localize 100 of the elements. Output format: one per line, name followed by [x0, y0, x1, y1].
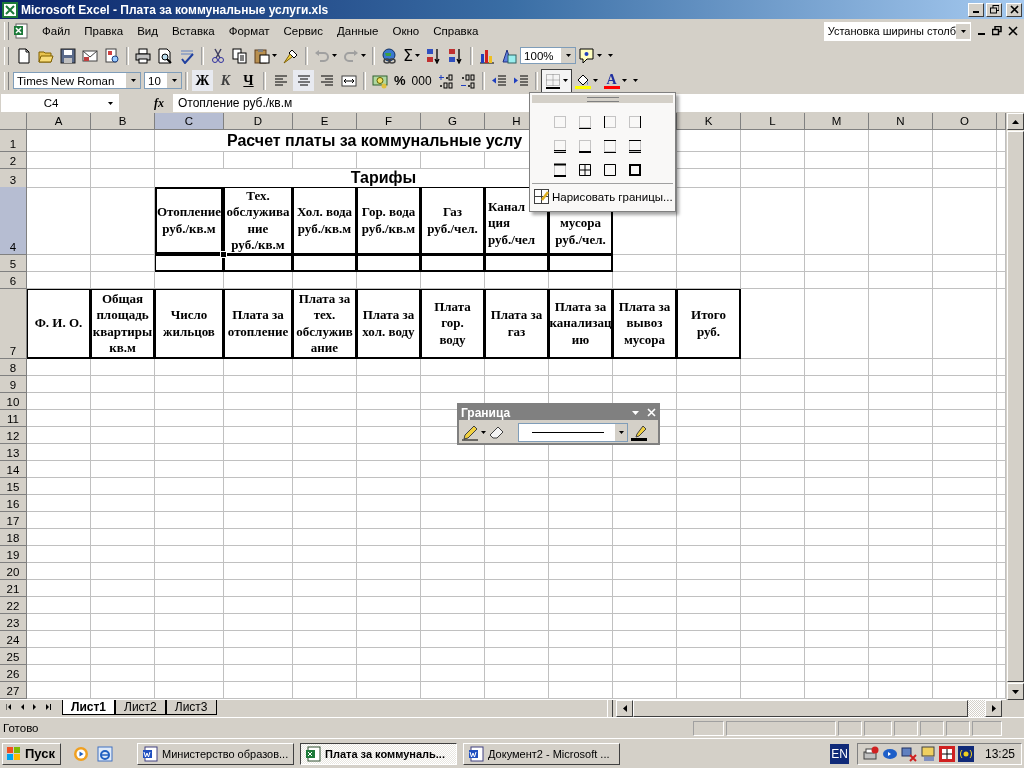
column-header[interactable]: [997, 113, 1006, 130]
print-preview-icon[interactable]: [157, 47, 173, 64]
pencil-caret-icon[interactable]: [481, 431, 486, 434]
row-header[interactable]: 23: [0, 614, 27, 631]
fill-handle[interactable]: [220, 251, 227, 258]
printer-alert-icon[interactable]: [862, 745, 879, 762]
line-style-field[interactable]: [518, 423, 628, 442]
column-header[interactable]: A: [27, 113, 91, 130]
caret-icon[interactable]: [130, 79, 136, 82]
row-header[interactable]: 13: [0, 444, 27, 461]
row-header[interactable]: 12: [0, 427, 27, 444]
outside-borders-icon[interactable]: [602, 162, 618, 178]
play-circle-icon[interactable]: [73, 745, 89, 762]
row-header[interactable]: 5: [0, 255, 27, 272]
caret-icon[interactable]: [107, 101, 113, 105]
display-icon[interactable]: [919, 745, 936, 762]
toolbar-options-icon[interactable]: [632, 79, 638, 82]
network-error-icon[interactable]: [900, 745, 917, 762]
close-button[interactable]: [1006, 2, 1022, 17]
sheet-tab[interactable]: Лист3: [165, 700, 217, 715]
eraser-icon[interactable]: [489, 424, 505, 441]
row-header[interactable]: 8: [0, 359, 27, 376]
arrow-right-icon[interactable]: [991, 705, 996, 712]
thick-bottom-border-icon[interactable]: [577, 138, 593, 154]
row-header[interactable]: 7: [0, 289, 27, 359]
table-cell[interactable]: [293, 255, 357, 272]
menu-item[interactable]: Вид: [130, 22, 165, 40]
row-header[interactable]: 6: [0, 272, 27, 289]
previous-sheet-icon[interactable]: [20, 704, 24, 710]
row-header[interactable]: 10: [0, 393, 27, 410]
pencil-icon[interactable]: [462, 424, 478, 441]
row-header[interactable]: 11: [0, 410, 27, 427]
drawing-shapes-icon[interactable]: [501, 47, 518, 64]
column-header[interactable]: B: [91, 113, 155, 130]
column-header[interactable]: E: [293, 113, 357, 130]
row-header[interactable]: 26: [0, 665, 27, 682]
undo-menu-caret-icon[interactable]: [332, 54, 337, 57]
vertical-scrollbar[interactable]: [1006, 113, 1024, 700]
dotted-square-icon[interactable]: [552, 114, 568, 130]
row-header[interactable]: 9: [0, 376, 27, 393]
row-header[interactable]: 2: [0, 152, 27, 169]
help-question-field[interactable]: Установка ширины столб: [823, 21, 971, 41]
start-button[interactable]: Пуск: [2, 742, 61, 765]
thick-box-border-icon[interactable]: [627, 162, 643, 178]
language-indicator[interactable]: EN: [830, 743, 849, 764]
caret-icon[interactable]: [565, 54, 571, 57]
row-header[interactable]: 27: [0, 682, 27, 699]
paintbrush-icon[interactable]: [283, 47, 299, 64]
envelope-icon[interactable]: [82, 47, 98, 64]
minimize-button[interactable]: [968, 2, 984, 17]
table-cell[interactable]: [421, 255, 485, 272]
printer-icon[interactable]: [135, 47, 151, 64]
borders-caret-icon[interactable]: [562, 79, 568, 82]
signal-icon[interactable]: [957, 745, 974, 762]
floppy-icon[interactable]: [60, 47, 76, 64]
menu-item[interactable]: Правка: [77, 22, 131, 40]
new-file-icon[interactable]: [16, 47, 32, 64]
column-header[interactable]: N: [869, 113, 933, 130]
row-header[interactable]: 24: [0, 631, 27, 648]
all-borders-icon[interactable]: [577, 162, 593, 178]
row-header[interactable]: 15: [0, 478, 27, 495]
top-bottom-border-icon[interactable]: [602, 138, 618, 154]
row-header[interactable]: 1: [0, 130, 27, 152]
decrease-decimal-icon[interactable]: [459, 72, 476, 89]
row-header[interactable]: 16: [0, 495, 27, 512]
menu-item[interactable]: Данные: [329, 22, 386, 40]
column-header[interactable]: D: [224, 113, 293, 130]
row-header[interactable]: 17: [0, 512, 27, 529]
row-header[interactable]: 18: [0, 529, 27, 546]
menu-item[interactable]: Вставка: [164, 22, 222, 40]
percent-button[interactable]: %: [391, 73, 409, 88]
taskbar-button[interactable]: Плата за коммуналь...: [300, 742, 457, 765]
column-header[interactable]: C: [155, 113, 224, 130]
arrow-down-icon[interactable]: [1012, 689, 1019, 694]
arrow-left-icon[interactable]: [622, 705, 627, 712]
autosum-caret-icon[interactable]: [415, 54, 421, 57]
decrease-indent-icon[interactable]: [490, 72, 507, 89]
top-double-bottom-border-icon[interactable]: [627, 138, 643, 154]
horizontal-scrollbar[interactable]: [607, 700, 1002, 717]
table-cell[interactable]: [549, 255, 613, 272]
options-caret-icon[interactable]: [632, 410, 639, 415]
column-header[interactable]: L: [741, 113, 805, 130]
thousands-button[interactable]: 000: [408, 73, 435, 88]
bold-button[interactable]: Ж: [192, 70, 213, 91]
menu-grip[interactable]: [532, 95, 673, 103]
autosum-button[interactable]: Σ: [403, 46, 414, 65]
right-border-icon[interactable]: [627, 114, 643, 130]
restore-button[interactable]: [986, 2, 1002, 17]
merge-center-icon[interactable]: [341, 72, 357, 89]
table-cell[interactable]: [485, 255, 549, 272]
zoom-field[interactable]: 100%: [520, 47, 577, 64]
column-header[interactable]: O: [933, 113, 997, 130]
clipboard-icon[interactable]: [254, 47, 270, 64]
increase-decimal-icon[interactable]: [437, 72, 454, 89]
workbook-icon[interactable]: [13, 23, 29, 39]
left-border-icon[interactable]: [602, 114, 618, 130]
table-cell[interactable]: [357, 255, 421, 272]
table-cell[interactable]: [155, 255, 224, 272]
grid-app-icon[interactable]: [938, 745, 955, 762]
fill-caret-icon[interactable]: [592, 79, 598, 82]
